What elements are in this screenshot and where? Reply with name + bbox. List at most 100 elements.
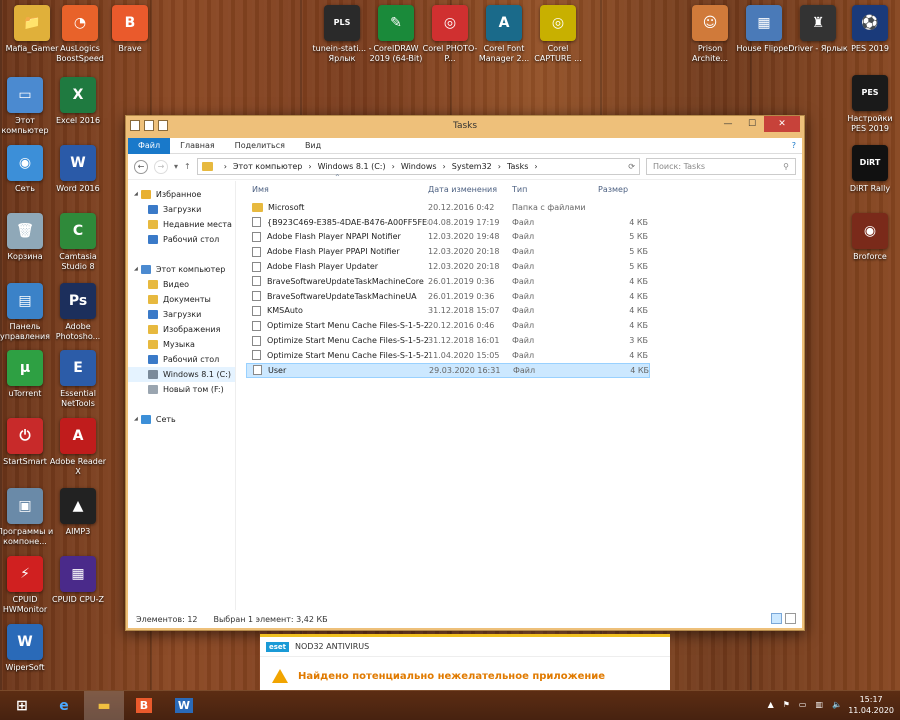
expand-chevron-icon[interactable]: ◢ [134,412,138,427]
tab-share[interactable]: Поделиться [225,138,295,154]
table-row[interactable]: Microsoft 20.12.2016 0:42 Папка с файлами [246,200,802,215]
breadcrumb-item[interactable]: Tasks [507,162,528,171]
table-row[interactable]: {B923C469-E385-4DAE-B476-A00FF5FE8C... 04… [246,215,802,230]
up-button[interactable]: ↑ [184,162,191,171]
desktop-icon[interactable]: µ uTorrent [0,350,55,399]
back-button[interactable]: ← [134,159,148,174]
breadcrumb[interactable]: › Этот компьютер › Windows 8.1 (C:) › Wind… [196,158,640,175]
desktop-icon[interactable]: ⏻ StartSmart [0,418,55,467]
search-input[interactable]: Поиск: Tasks ⚲ [646,158,796,175]
desktop-icon[interactable]: ▦ CPUID CPU-Z [48,556,108,605]
desktop-icon[interactable]: PLS tunein-stati... - Ярлык [312,5,372,64]
wipersoft-icon[interactable]: W [164,691,204,720]
desktop-icon[interactable]: B Brave [100,5,160,54]
desktop-icon[interactable]: Ps Adobe Photosho... [48,283,108,342]
desktop-icon[interactable]: ⚽ PES 2019 [840,5,900,54]
network-icon[interactable]: ▥ [815,700,823,709]
nav-item[interactable]: Новый том (F:) [128,382,235,397]
desktop-icon[interactable]: ◎ Corel CAPTURE ... [528,5,588,64]
desktop-icon[interactable]: ⚡ CPUID HWMonitor [0,556,55,615]
volume-icon[interactable]: 🔈 [832,700,842,709]
desktop-icon[interactable]: ▤ Панель управления [0,283,55,342]
start-button[interactable]: ⊞ [0,691,44,720]
tray-up-arrow-icon[interactable]: ▲ [768,700,774,709]
help-icon[interactable]: ? [786,141,802,150]
desktop-icon[interactable]: A Corel Font Manager 2... [474,5,534,64]
breadcrumb-item[interactable]: Windows 8.1 (C:) [318,162,386,171]
desktop-icon[interactable]: ◎ Corel PHOTO-P... [420,5,480,64]
table-row[interactable]: Optimize Start Menu Cache Files-S-1-5-2.… [246,333,802,348]
brave-icon[interactable]: B [124,691,164,720]
desktop-icon[interactable]: PES Настройки PES 2019 [840,75,900,134]
desktop-icon[interactable]: ▲ AIMP3 [48,488,108,537]
explorer-window[interactable]: Tasks — ☐ ✕ Файл Главная Поделиться Вид … [125,115,805,631]
forward-button[interactable]: → [154,159,168,174]
desktop-icon[interactable]: A Adobe Reader X [48,418,108,477]
table-row[interactable]: Adobe Flash Player PPAPI Notifier 12.03.2… [246,244,802,259]
nav-item[interactable]: Видео [128,277,235,292]
close-button[interactable]: ✕ [764,116,800,132]
desktop-icon[interactable]: ▦ House Flipper [734,5,794,54]
file-explorer-icon[interactable]: ▬ [84,690,124,720]
table-row[interactable]: Adobe Flash Player Updater 12.03.2020 20:… [246,259,802,274]
internet-explorer-icon[interactable]: e [44,691,84,720]
breadcrumb-item[interactable]: System32 [452,162,492,171]
clock[interactable]: 15:17 11.04.2020 [848,694,894,716]
desktop-icon[interactable]: W Word 2016 [48,145,108,194]
flag-icon[interactable]: ⚑ [783,700,790,709]
desktop-icon[interactable]: ▣ Программы и компоне... [0,488,55,547]
table-row[interactable]: Optimize Start Menu Cache Files-S-1-5-2.… [246,318,802,333]
desktop-icon[interactable]: C Camtasia Studio 8 [48,213,108,272]
app-icon: ◎ [540,5,576,41]
title-bar[interactable]: Tasks — ☐ ✕ [126,116,804,138]
column-size[interactable]: Размер [598,185,648,194]
nav-item[interactable]: Недавние места [128,217,235,232]
table-row[interactable]: User 29.03.2020 16:31 Файл 4 КБ [246,362,650,378]
desktop-icon[interactable]: X Excel 2016 [48,77,108,126]
details-view-icon[interactable] [771,613,782,624]
tab-home[interactable]: Главная [170,138,225,154]
nav-item[interactable]: ◢ Сеть [128,412,235,427]
nav-item[interactable]: Windows 8.1 (C:) [128,367,235,382]
recent-chevron-icon[interactable]: ▾ [174,162,178,171]
refresh-icon[interactable]: ⟳ [628,162,635,171]
table-row[interactable]: Optimize Start Menu Cache Files-S-1-5-2.… [246,348,802,363]
expand-chevron-icon[interactable]: ◢ [134,262,138,277]
nav-item[interactable]: Загрузки [128,307,235,322]
desktop-icon[interactable]: E Essential NetTools [48,350,108,409]
minimize-button[interactable]: — [716,116,740,132]
desktop-icon[interactable]: DiRT DiRT Rally [840,145,900,194]
desktop-icon[interactable]: W WiperSoft [0,624,55,673]
table-row[interactable]: BraveSoftwareUpdateTaskMachineCore 26.01.… [246,274,802,289]
column-date[interactable]: Дата изменения [428,185,512,194]
file-name-cell: BraveSoftwareUpdateTaskMachineCore [246,276,428,287]
nav-item[interactable]: Загрузки [128,202,235,217]
desktop-icon[interactable]: ♜ Driver - Ярлык [788,5,848,54]
desktop-icon[interactable]: ✎ CorelDRAW 2019 (64-Bit) [366,5,426,64]
nav-item[interactable]: Изображения [128,322,235,337]
column-type[interactable]: Тип [512,185,598,194]
nav-item[interactable]: Рабочий стол [128,232,235,247]
nav-item[interactable]: Музыка [128,337,235,352]
table-row[interactable]: KMSAuto 31.12.2018 15:07 Файл 4 КБ [246,304,802,319]
maximize-button[interactable]: ☐ [740,116,764,132]
battery-icon[interactable]: ▭ [799,700,807,709]
nav-item[interactable]: ◢ Избранное [128,187,235,202]
breadcrumb-item[interactable]: Этот компьютер [233,162,302,171]
nav-item[interactable]: Документы [128,292,235,307]
expand-chevron-icon[interactable]: ◢ [134,187,138,202]
table-row[interactable]: BraveSoftwareUpdateTaskMachineUA 26.01.20… [246,289,802,304]
large-icons-view-icon[interactable] [785,613,796,624]
breadcrumb-item[interactable]: Windows [401,162,437,171]
column-name[interactable]: Имя [246,185,428,194]
nav-item[interactable]: ◢ Этот компьютер [128,262,235,277]
nav-item[interactable]: Рабочий стол [128,352,235,367]
desktop-icon[interactable]: ☺ Prison Archite... [680,5,740,64]
tab-view[interactable]: Вид [295,138,331,154]
table-row[interactable]: Adobe Flash Player NPAPI Notifier 12.03.2… [246,230,802,245]
tab-file[interactable]: Файл [128,137,171,154]
desktop-icon[interactable]: ◉ Сеть [0,145,55,194]
desktop-icon[interactable]: ◉ Broforce [840,213,900,262]
desktop-icon[interactable]: 🗑 Корзина [0,213,55,262]
desktop-icon[interactable]: ▭ Этот компьютер [0,77,55,136]
